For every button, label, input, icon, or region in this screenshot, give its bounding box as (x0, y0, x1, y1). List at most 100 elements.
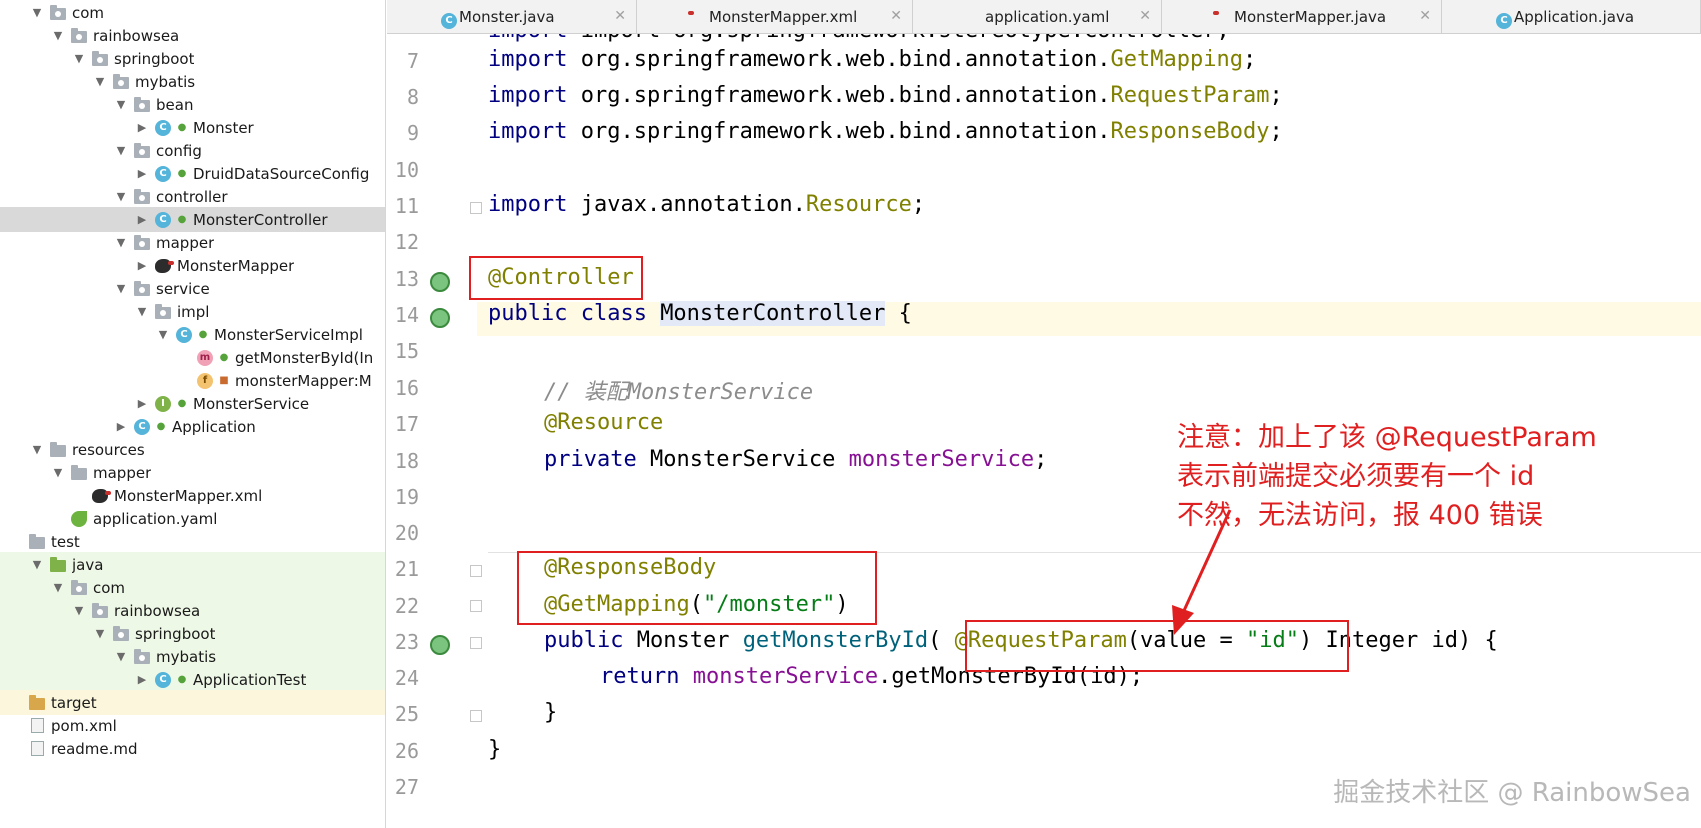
tree-item[interactable]: ▼ java (0, 552, 385, 577)
close-icon[interactable]: ✕ (1139, 8, 1151, 24)
spring-bean-gutter-icon[interactable] (430, 272, 450, 292)
expand-arrow-icon[interactable]: ▼ (113, 189, 129, 205)
editor-tab[interactable]: C Application.java (1442, 0, 1701, 33)
editor-tab[interactable]: application.yaml ✕ (913, 0, 1162, 33)
tree-item[interactable]: ▼ C ● MonsterServiceImpl (0, 322, 385, 347)
spacer[interactable] (8, 695, 24, 711)
spring-bean-gutter-icon[interactable] (430, 308, 450, 328)
tree-item-label: test (51, 532, 80, 551)
collapse-arrow-icon[interactable]: ▶ (113, 419, 129, 435)
expand-arrow-icon[interactable]: ▼ (29, 5, 45, 21)
tree-item[interactable]: ▶ C ● DruidDataSourceConfig (0, 161, 385, 186)
tree-item[interactable]: ▼ com (0, 0, 385, 25)
keyword: import (488, 192, 568, 217)
private-access-icon: ■ (219, 375, 229, 386)
tree-item[interactable]: ▼ com (0, 575, 385, 600)
collapse-arrow-icon[interactable]: ▶ (134, 166, 150, 182)
request-mapping-gutter-icon[interactable] (430, 635, 450, 655)
package-folder (133, 96, 151, 113)
tree-item[interactable]: ▼ springboot (0, 46, 385, 71)
spacer[interactable] (176, 373, 192, 389)
package-folder (154, 303, 172, 320)
spacer[interactable] (176, 350, 192, 366)
close-icon[interactable]: ✕ (614, 8, 626, 24)
tree-item[interactable]: ▼ springboot (0, 621, 385, 646)
collapse-arrow-icon[interactable]: ▶ (134, 212, 150, 228)
expand-arrow-icon[interactable]: ▼ (92, 626, 108, 642)
expand-arrow-icon[interactable]: ▼ (92, 74, 108, 90)
spacer[interactable] (71, 488, 87, 504)
expand-arrow-icon[interactable]: ▼ (113, 143, 129, 159)
tree-item[interactable]: ▼ bean (0, 92, 385, 117)
spacer[interactable] (50, 511, 66, 527)
expand-arrow-icon[interactable]: ▼ (134, 304, 150, 320)
tree-item[interactable]: ▶ MonsterMapper (0, 253, 385, 278)
expand-arrow-icon[interactable]: ▼ (113, 281, 129, 297)
expand-arrow-icon[interactable]: ▼ (29, 442, 45, 458)
expand-arrow-icon[interactable]: ▼ (71, 51, 87, 67)
line-number: 20 (394, 521, 419, 545)
tree-item[interactable]: ▶ C ● Monster (0, 115, 385, 140)
tab-label: Application.java (1514, 8, 1635, 26)
expand-arrow-icon[interactable]: ▼ (113, 97, 129, 113)
tree-item[interactable]: ▼ service (0, 276, 385, 301)
fold-icon[interactable] (470, 600, 482, 612)
tree-item[interactable]: ▼ controller (0, 184, 385, 209)
class-name: MonsterController (660, 301, 886, 326)
tree-item[interactable]: test (0, 529, 385, 554)
tree-item[interactable]: MonsterMapper.xml (0, 483, 385, 508)
tree-item[interactable]: ▼ config (0, 138, 385, 163)
tree-item[interactable]: ▼ rainbowsea (0, 598, 385, 623)
tree-item[interactable]: readme.md (0, 736, 385, 761)
interface-icon: I (154, 395, 172, 412)
expand-arrow-icon[interactable]: ▼ (71, 603, 87, 619)
collapse-arrow-icon[interactable]: ▶ (134, 258, 150, 274)
expand-arrow-icon[interactable]: ▼ (50, 28, 66, 44)
spacer[interactable] (8, 718, 24, 734)
tree-item[interactable]: ▼ mapper (0, 230, 385, 255)
tree-item[interactable]: pom.xml (0, 713, 385, 738)
folder (70, 464, 88, 481)
spacer[interactable] (8, 741, 24, 757)
tree-item[interactable]: f ■ monsterMapper:M (0, 368, 385, 393)
close-icon[interactable]: ✕ (890, 8, 902, 24)
expand-arrow-icon[interactable]: ▼ (155, 327, 171, 343)
tree-item-label: target (51, 693, 97, 712)
expand-arrow-icon[interactable]: ▼ (50, 465, 66, 481)
editor-tab[interactable]: MonsterMapper.java ✕ (1162, 0, 1442, 33)
tree-item[interactable]: application.yaml (0, 506, 385, 531)
expand-arrow-icon[interactable]: ▼ (50, 580, 66, 596)
tree-item[interactable]: ▼ mapper (0, 460, 385, 485)
tree-item[interactable]: ▶ I ● MonsterService (0, 391, 385, 416)
close-icon[interactable]: ✕ (1419, 8, 1431, 24)
editor-tab[interactable]: MonsterMapper.xml ✕ (637, 0, 913, 33)
expand-arrow-icon[interactable]: ▼ (113, 649, 129, 665)
fold-icon[interactable] (470, 565, 482, 577)
tree-item[interactable]: ▼ mybatis (0, 644, 385, 669)
fold-icon[interactable] (470, 637, 482, 649)
tree-item[interactable]: ▼ rainbowsea (0, 23, 385, 48)
project-tree[interactable]: ▼ com ▼ rainbowsea ▼ springboot ▼ mybatis ▼ bean ▶… (0, 0, 386, 828)
package-folder (91, 602, 109, 619)
tree-item[interactable]: ▶ C ● ApplicationTest (0, 667, 385, 692)
collapse-arrow-icon[interactable]: ▶ (134, 396, 150, 412)
class-icon: C (154, 165, 172, 182)
collapse-arrow-icon[interactable]: ▶ (134, 120, 150, 136)
public-access-icon: ● (219, 352, 229, 363)
code-line-14: public class MonsterController { (488, 301, 912, 326)
fold-icon[interactable] (470, 202, 482, 214)
tree-item[interactable]: ▼ mybatis (0, 69, 385, 94)
tree-item[interactable]: ▼ impl (0, 299, 385, 324)
spacer[interactable] (8, 534, 24, 550)
tree-item[interactable]: ▼ resources (0, 437, 385, 462)
expand-arrow-icon[interactable]: ▼ (29, 557, 45, 573)
tree-item[interactable]: ▶ C ● Application (0, 414, 385, 439)
expand-arrow-icon[interactable]: ▼ (113, 235, 129, 251)
line-number: 21 (394, 557, 419, 581)
editor-tab[interactable]: C Monster.java ✕ (387, 0, 637, 33)
collapse-arrow-icon[interactable]: ▶ (134, 672, 150, 688)
fold-icon[interactable] (470, 710, 482, 722)
tree-item[interactable]: m ● getMonsterById(In (0, 345, 385, 370)
tree-item[interactable]: target (0, 690, 385, 715)
tree-item[interactable]: ▶ C ● MonsterController (0, 207, 385, 232)
